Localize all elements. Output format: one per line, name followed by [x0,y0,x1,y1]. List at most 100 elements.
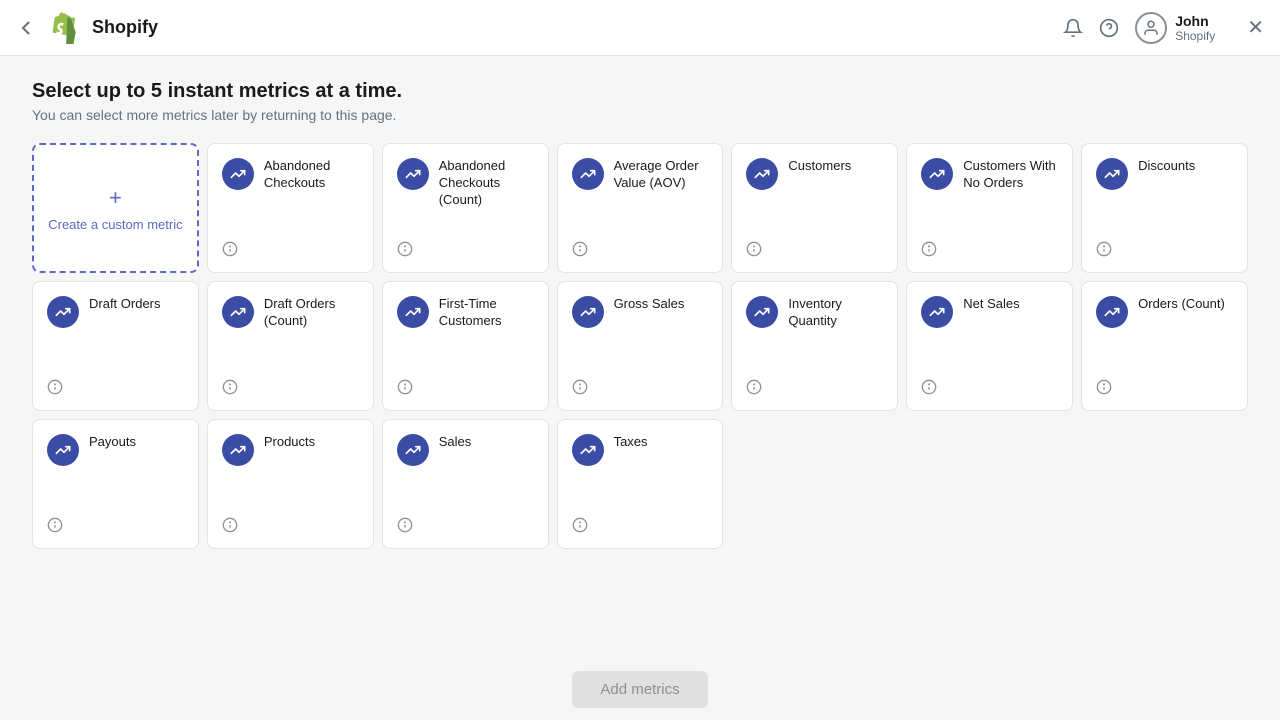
shopify-logo [48,12,80,44]
main-content: Select up to 5 instant metrics at a time… [0,56,1280,659]
metric-top: Orders (Count) [1096,296,1233,328]
metric-card-sales[interactable]: Sales [382,419,549,549]
metric-top: Abandoned Checkouts [222,158,359,192]
footer: Add metrics [0,659,1280,720]
metric-card-taxes[interactable]: Taxes [557,419,724,549]
metric-info-icon[interactable] [1096,241,1112,260]
metric-icon [222,158,254,190]
metric-card-payouts[interactable]: Payouts [32,419,199,549]
metric-info-icon[interactable] [222,517,238,536]
metric-info-icon[interactable] [921,379,937,398]
metric-icon [746,296,778,328]
metric-top: Abandoned Checkouts (Count) [397,158,534,209]
info-icon [397,517,413,533]
metric-info-icon[interactable] [1096,379,1112,398]
metric-info-icon[interactable] [572,379,588,398]
metric-top: Draft Orders [47,296,184,328]
metric-info-icon[interactable] [397,241,413,260]
metric-info-icon[interactable] [746,241,762,260]
metric-card-customers[interactable]: Customers [731,143,898,273]
metric-card-gross-sales[interactable]: Gross Sales [557,281,724,411]
info-icon [572,241,588,257]
metric-info-icon[interactable] [47,379,63,398]
metric-icon [222,434,254,466]
info-icon [222,241,238,257]
help-button[interactable] [1099,18,1119,38]
metric-card-draft-orders-count[interactable]: Draft Orders (Count) [207,281,374,411]
metric-icon [397,434,429,466]
metric-icon [572,158,604,190]
metric-name: Inventory Quantity [788,296,883,330]
metric-info-icon[interactable] [222,379,238,398]
metric-top: Products [222,434,359,466]
metric-name: Abandoned Checkouts [264,158,359,192]
info-icon [397,379,413,395]
info-icon [572,379,588,395]
header-left: Shopify [16,12,158,44]
metric-card-discounts[interactable]: Discounts [1081,143,1248,273]
metric-top: Taxes [572,434,709,466]
metric-info-icon[interactable] [572,241,588,260]
metrics-grid: + Create a custom metric Abandoned Check… [32,143,1248,549]
close-button[interactable]: ✕ [1247,15,1264,40]
metric-name: Draft Orders (Count) [264,296,359,330]
metric-icon [222,296,254,328]
info-icon [397,241,413,257]
metric-name: Taxes [614,434,648,451]
back-button[interactable] [16,18,36,38]
create-custom-metric-card[interactable]: + Create a custom metric [32,143,199,273]
user-info: John Shopify [1175,13,1215,43]
metric-top: Gross Sales [572,296,709,328]
header: Shopify John Shopif [0,0,1280,56]
metric-icon [397,158,429,190]
metric-name: Gross Sales [614,296,685,313]
trend-icon [929,166,945,182]
metric-top: Average Order Value (AOV) [572,158,709,192]
user-menu-button[interactable]: John Shopify [1135,12,1215,44]
metric-card-net-sales[interactable]: Net Sales [906,281,1073,411]
metric-card-average-order-value[interactable]: Average Order Value (AOV) [557,143,724,273]
metric-info-icon[interactable] [921,241,937,260]
trend-icon [1104,304,1120,320]
app-title: Shopify [92,17,158,38]
plus-icon: + [109,185,122,211]
metric-card-customers-no-orders[interactable]: Customers With No Orders [906,143,1073,273]
notifications-button[interactable] [1063,18,1083,38]
metric-card-abandoned-checkouts[interactable]: Abandoned Checkouts [207,143,374,273]
metric-info-icon[interactable] [397,517,413,536]
metric-name: Payouts [89,434,136,451]
metric-name: Sales [439,434,472,451]
metric-icon [572,296,604,328]
metric-top: Sales [397,434,534,466]
info-icon [1096,379,1112,395]
trend-icon [580,442,596,458]
metric-top: Payouts [47,434,184,466]
trend-icon [754,166,770,182]
metric-info-icon[interactable] [222,241,238,260]
metric-info-icon[interactable] [746,379,762,398]
metric-card-inventory-quantity[interactable]: Inventory Quantity [731,281,898,411]
trend-icon [230,442,246,458]
metric-icon [746,158,778,190]
user-name: John [1175,13,1215,29]
metric-card-draft-orders[interactable]: Draft Orders [32,281,199,411]
metric-card-abandoned-checkouts-count[interactable]: Abandoned Checkouts (Count) [382,143,549,273]
add-metrics-button[interactable]: Add metrics [572,671,707,708]
metric-card-first-time-customers[interactable]: First-Time Customers [382,281,549,411]
metric-name: Abandoned Checkouts (Count) [439,158,534,209]
metric-card-orders-count[interactable]: Orders (Count) [1081,281,1248,411]
metric-card-products[interactable]: Products [207,419,374,549]
info-icon [222,379,238,395]
trend-icon [929,304,945,320]
metric-info-icon[interactable] [572,517,588,536]
trend-icon [55,304,71,320]
info-icon [222,517,238,533]
metric-info-icon[interactable] [397,379,413,398]
trend-icon [405,166,421,182]
metric-info-icon[interactable] [47,517,63,536]
metric-icon [47,434,79,466]
metric-name: Discounts [1138,158,1195,175]
info-icon [47,379,63,395]
trend-icon [405,442,421,458]
metric-icon [1096,158,1128,190]
